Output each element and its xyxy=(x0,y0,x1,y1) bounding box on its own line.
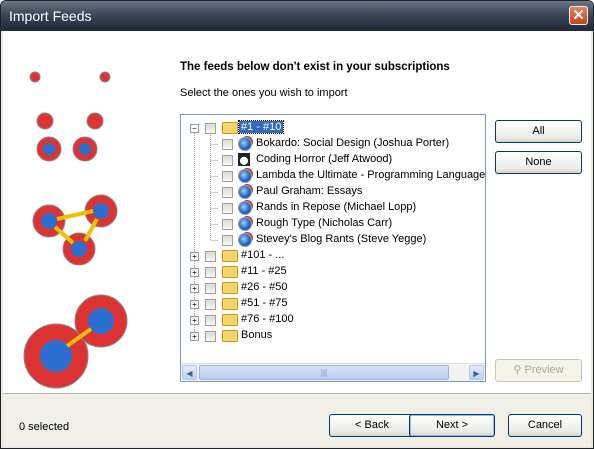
feed-checkbox[interactable] xyxy=(222,139,233,150)
horizontal-scrollbar[interactable]: ◀ ||| ▶ xyxy=(181,363,485,381)
import-feeds-dialog: Import Feeds ✕ The feeds below don't exi… xyxy=(0,0,594,449)
group-label[interactable]: #1 - #10 xyxy=(237,120,285,134)
selection-count: 0 selected xyxy=(19,421,70,433)
group-label[interactable]: #101 - ... xyxy=(239,249,286,261)
collapse-icon[interactable]: − xyxy=(190,124,199,133)
expand-icon[interactable]: + xyxy=(190,268,199,277)
group-checkbox[interactable] xyxy=(205,267,216,278)
group-checkbox[interactable] xyxy=(205,331,216,342)
globe-feed-icon xyxy=(238,201,252,215)
preview-button[interactable]: ⚲ Preview xyxy=(495,359,582,382)
scroll-left-button[interactable]: ◀ xyxy=(182,365,197,380)
globe-feed-icon xyxy=(238,169,252,183)
feed-label[interactable]: Stevey's Blog Rants (Steve Yegge) xyxy=(254,233,428,245)
magnifier-icon: ⚲ xyxy=(513,364,525,376)
network-illustration xyxy=(23,71,128,389)
group-label[interactable]: #51 - #75 xyxy=(239,297,289,309)
feed-label[interactable]: Bokardo: Social Design (Joshua Porter) xyxy=(254,137,451,149)
title-bar: Import Feeds ✕ xyxy=(1,1,593,31)
group-label[interactable]: #11 - #25 xyxy=(239,265,289,277)
feed-checkbox[interactable] xyxy=(222,187,233,198)
folder-icon xyxy=(222,282,238,294)
group-checkbox[interactable] xyxy=(205,315,216,326)
feed-label[interactable]: Lambda the Ultimate - Programming Langua… xyxy=(254,169,485,181)
folder-icon xyxy=(222,298,238,310)
folder-icon xyxy=(222,330,238,342)
globe-feed-icon xyxy=(238,185,252,199)
expand-icon[interactable]: + xyxy=(190,252,199,261)
feed-label[interactable]: Rough Type (Nicholas Carr) xyxy=(254,217,394,229)
close-button[interactable]: ✕ xyxy=(569,6,588,25)
globe-feed-icon xyxy=(238,137,252,151)
expand-icon[interactable]: + xyxy=(190,300,199,309)
folder-icon xyxy=(222,250,238,262)
feed-checkbox[interactable] xyxy=(222,155,233,166)
scroll-thumb[interactable]: ||| xyxy=(199,365,449,380)
feed-checkbox[interactable] xyxy=(222,235,233,246)
content-area: The feeds below don't exist in your subs… xyxy=(3,31,591,393)
back-button[interactable]: < Back xyxy=(329,414,415,437)
group-checkbox[interactable] xyxy=(205,123,216,134)
group-label[interactable]: #76 - #100 xyxy=(239,313,296,325)
preview-label: Preview xyxy=(524,364,564,376)
group-checkbox[interactable] xyxy=(205,299,216,310)
feed-label[interactable]: Coding Horror (Jeff Atwood) xyxy=(254,153,394,165)
next-button[interactable]: Next > xyxy=(409,414,495,437)
group-checkbox[interactable] xyxy=(205,283,216,294)
dialog-subheading: Select the ones you wish to import xyxy=(180,87,348,99)
avatar-feed-icon xyxy=(238,153,250,166)
dialog-footer: 0 selected < Back Next > Cancel xyxy=(3,393,591,447)
group-checkbox[interactable] xyxy=(205,251,216,262)
expand-icon[interactable]: + xyxy=(190,284,199,293)
folder-open-icon xyxy=(222,122,238,134)
feed-label[interactable]: Rands in Repose (Michael Lopp) xyxy=(254,201,418,213)
folder-icon xyxy=(222,314,238,326)
feed-checkbox[interactable] xyxy=(222,203,233,214)
select-all-button[interactable]: All xyxy=(495,120,582,143)
expand-icon[interactable]: + xyxy=(190,332,199,341)
scroll-right-button[interactable]: ▶ xyxy=(469,365,484,380)
cancel-button[interactable]: Cancel xyxy=(508,414,582,437)
feeds-tree[interactable]: − #1 - #10 Bokardo: Social Design (Joshu… xyxy=(180,114,486,382)
folder-icon xyxy=(222,266,238,278)
feed-checkbox[interactable] xyxy=(222,219,233,230)
globe-feed-icon xyxy=(238,217,252,231)
group-label[interactable]: #26 - #50 xyxy=(239,281,289,293)
globe-feed-icon xyxy=(238,233,252,247)
feed-checkbox[interactable] xyxy=(222,171,233,182)
expand-icon[interactable]: + xyxy=(190,316,199,325)
window-title: Import Feeds xyxy=(9,8,92,24)
dialog-heading: The feeds below don't exist in your subs… xyxy=(180,61,450,73)
feed-label[interactable]: Paul Graham: Essays xyxy=(254,185,364,197)
group-label[interactable]: Bonus xyxy=(239,329,274,341)
select-none-button[interactable]: None xyxy=(495,151,582,174)
